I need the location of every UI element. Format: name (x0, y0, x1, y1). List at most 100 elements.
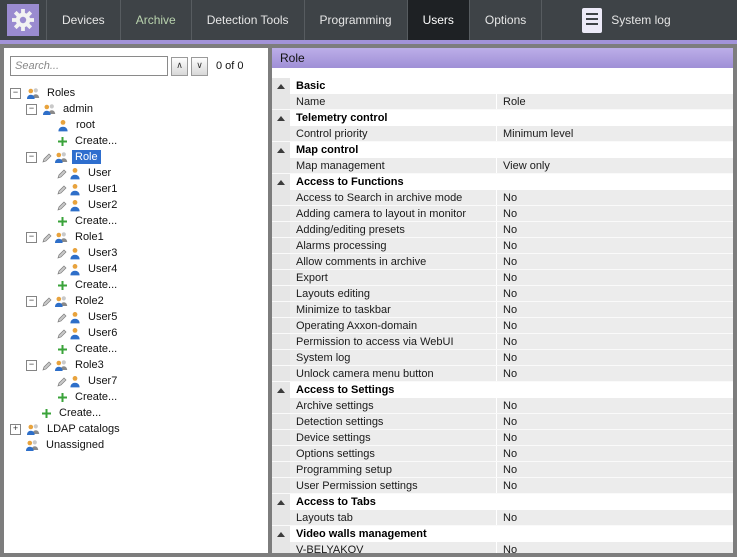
property-value[interactable]: No (497, 430, 733, 445)
top-tab-bar: DevicesArchiveDetection ToolsProgramming… (0, 0, 737, 40)
system-log-button[interactable]: System log (570, 0, 682, 40)
collapse-icon[interactable]: − (26, 360, 37, 371)
tree-item-label: User (85, 166, 114, 180)
property-value[interactable]: No (497, 350, 733, 365)
property-row-map-management[interactable]: Map managementView only (272, 158, 733, 174)
tree-item-role1[interactable]: −Role1 (4, 229, 268, 245)
property-value[interactable]: No (497, 510, 733, 525)
tree-item-user4[interactable]: User4 (4, 261, 268, 277)
property-row-v-belyakov[interactable]: V-BELYAKOVNo (272, 542, 733, 553)
property-row-user-permission-settings[interactable]: User Permission settingsNo (272, 478, 733, 494)
tree-item-label: User2 (85, 198, 120, 212)
property-value[interactable]: No (497, 446, 733, 461)
tab-archive[interactable]: Archive (120, 0, 191, 40)
property-category-access-to-tabs[interactable]: Access to Tabs (272, 494, 733, 510)
property-row-options-settings[interactable]: Options settingsNo (272, 446, 733, 462)
property-row-system-log[interactable]: System logNo (272, 350, 733, 366)
settings-gear-tab[interactable] (0, 0, 46, 40)
property-row-adding-editing-presets[interactable]: Adding/editing presetsNo (272, 222, 733, 238)
property-row-layouts-tab[interactable]: Layouts tabNo (272, 510, 733, 526)
property-value[interactable]: No (497, 318, 733, 333)
tab-programming[interactable]: Programming (304, 0, 407, 40)
tree-item-user5[interactable]: User5 (4, 309, 268, 325)
property-row-device-settings[interactable]: Device settingsNo (272, 430, 733, 446)
property-category-map-control[interactable]: Map control (272, 142, 733, 158)
tree-item-create[interactable]: Create... (4, 341, 268, 357)
search-input[interactable] (10, 56, 168, 76)
category-gutter (272, 110, 290, 126)
property-category-access-to-settings[interactable]: Access to Settings (272, 382, 733, 398)
property-category-basic[interactable]: Basic (272, 78, 733, 94)
property-value[interactable]: No (497, 270, 733, 285)
property-row-adding-camera-to-layout-in-monitor[interactable]: Adding camera to layout in monitorNo (272, 206, 733, 222)
property-row-export[interactable]: ExportNo (272, 270, 733, 286)
tree-item-user3[interactable]: User3 (4, 245, 268, 261)
property-row-layouts-editing[interactable]: Layouts editingNo (272, 286, 733, 302)
tab-users[interactable]: Users (407, 0, 469, 40)
property-value[interactable]: No (497, 238, 733, 253)
tree-item-role2[interactable]: −Role2 (4, 293, 268, 309)
property-row-operating-axxon-domain[interactable]: Operating Axxon-domainNo (272, 318, 733, 334)
property-value[interactable]: No (497, 398, 733, 413)
collapse-icon[interactable]: − (26, 152, 37, 163)
tab-devices[interactable]: Devices (46, 0, 120, 40)
tree-item-user[interactable]: User (4, 165, 268, 181)
property-value[interactable]: No (497, 254, 733, 269)
tree-item-admin[interactable]: −admin (4, 101, 268, 117)
tree-item-create[interactable]: Create... (4, 133, 268, 149)
tree-item-ldap-catalogs[interactable]: +LDAP catalogs (4, 421, 268, 437)
collapse-icon[interactable]: − (26, 232, 37, 243)
property-value[interactable]: No (497, 366, 733, 381)
property-row-unlock-camera-menu-button[interactable]: Unlock camera menu buttonNo (272, 366, 733, 382)
row-gutter (272, 238, 290, 253)
property-row-alarms-processing[interactable]: Alarms processingNo (272, 238, 733, 254)
property-value[interactable]: No (497, 542, 733, 553)
collapse-icon[interactable]: − (26, 296, 37, 307)
tree-item-role[interactable]: −Role (4, 149, 268, 165)
tree-item-unassigned[interactable]: Unassigned (4, 437, 268, 453)
tree-item-user7[interactable]: User7 (4, 373, 268, 389)
tab-options[interactable]: Options (469, 0, 542, 40)
create-icon (41, 408, 52, 419)
property-value[interactable]: No (497, 302, 733, 317)
tree-item-root[interactable]: root (4, 117, 268, 133)
collapse-icon[interactable]: − (10, 88, 21, 99)
property-row-minimize-to-taskbar[interactable]: Minimize to taskbarNo (272, 302, 733, 318)
property-row-allow-comments-in-archive[interactable]: Allow comments in archiveNo (272, 254, 733, 270)
property-row-permission-to-access-via-webui[interactable]: Permission to access via WebUINo (272, 334, 733, 350)
tree-item-create[interactable]: Create... (4, 277, 268, 293)
property-row-access-to-search-in-archive-mode[interactable]: Access to Search in archive modeNo (272, 190, 733, 206)
tree-item-role3[interactable]: −Role3 (4, 357, 268, 373)
property-row-detection-settings[interactable]: Detection settingsNo (272, 414, 733, 430)
tree-item-user6[interactable]: User6 (4, 325, 268, 341)
tab-detection-tools[interactable]: Detection Tools (191, 0, 304, 40)
property-value[interactable]: Minimum level (497, 126, 733, 141)
tree-item-create[interactable]: Create... (4, 389, 268, 405)
expand-icon[interactable]: + (10, 424, 21, 435)
property-category-video-walls-management[interactable]: Video walls management (272, 526, 733, 542)
tree-item-create[interactable]: Create... (4, 213, 268, 229)
search-next-button[interactable]: ∨ (191, 57, 208, 76)
property-value[interactable]: No (497, 222, 733, 237)
property-value[interactable]: Role (497, 94, 733, 109)
property-value[interactable]: No (497, 286, 733, 301)
property-row-name[interactable]: NameRole (272, 94, 733, 110)
property-category-access-to-functions[interactable]: Access to Functions (272, 174, 733, 190)
property-value[interactable]: No (497, 206, 733, 221)
property-row-control-priority[interactable]: Control priorityMinimum level (272, 126, 733, 142)
property-value[interactable]: No (497, 190, 733, 205)
collapse-icon[interactable]: − (26, 104, 37, 115)
property-row-programming-setup[interactable]: Programming setupNo (272, 462, 733, 478)
tree-item-user2[interactable]: User2 (4, 197, 268, 213)
tree-item-user1[interactable]: User1 (4, 181, 268, 197)
property-value[interactable]: No (497, 334, 733, 349)
tree-item-roles[interactable]: −Roles (4, 85, 268, 101)
property-row-archive-settings[interactable]: Archive settingsNo (272, 398, 733, 414)
property-category-telemetry-control[interactable]: Telemetry control (272, 110, 733, 126)
property-value[interactable]: View only (497, 158, 733, 173)
property-value[interactable]: No (497, 414, 733, 429)
tree-item-create[interactable]: Create... (4, 405, 268, 421)
search-prev-button[interactable]: ∧ (171, 57, 188, 76)
property-value[interactable]: No (497, 478, 733, 493)
property-value[interactable]: No (497, 462, 733, 477)
